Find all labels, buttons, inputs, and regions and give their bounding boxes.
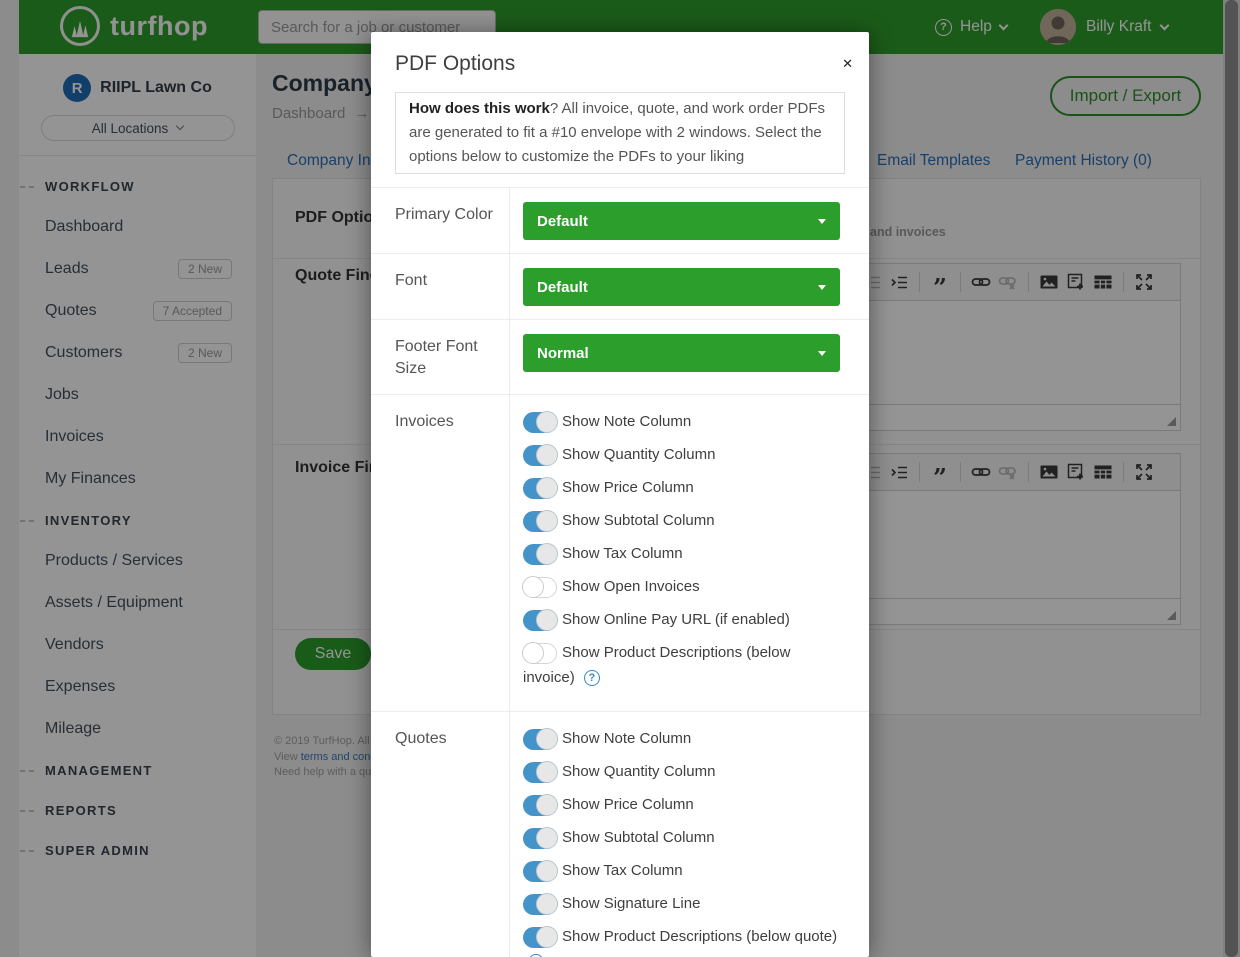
toggle-item: Show Signature Line <box>523 891 855 916</box>
toggle-item: Show Subtotal Column <box>523 508 840 533</box>
footer-font-size-select[interactable]: Normal <box>523 334 840 372</box>
select-value: Default <box>537 279 588 296</box>
toggle-knob <box>536 543 558 565</box>
toggle-label: Show Note Column <box>562 413 691 430</box>
toggle-item: Show Price Column <box>523 792 855 817</box>
toggle-label: Show Open Invoices <box>562 578 700 595</box>
chevron-down-icon <box>818 285 826 290</box>
toggle-knob <box>536 411 558 433</box>
help-icon[interactable]: ? <box>584 670 600 686</box>
toggle-switch-show-product-descriptions-below-invoice[interactable] <box>523 643 557 664</box>
close-icon[interactable]: ✕ <box>842 56 853 72</box>
group-label: Invoices <box>371 395 510 711</box>
toggle-label: Show Quantity Column <box>562 446 715 463</box>
toggle-item: Show Note Column <box>523 726 855 751</box>
modal-toggle-group-quotes: Quotes Show Note Column Show Quantity Colu… <box>371 711 869 957</box>
modal-title: PDF Options <box>395 52 845 76</box>
toggle-knob <box>522 642 544 664</box>
toggle-knob <box>536 510 558 532</box>
toggle-switch-show-product-descriptions-below-quote[interactable] <box>523 927 557 948</box>
font-select[interactable]: Default <box>523 268 840 306</box>
toggle-item: Show Tax Column <box>523 541 840 566</box>
modal-field-row: Primary Color Default <box>371 187 869 253</box>
chevron-down-icon <box>818 219 826 224</box>
toggle-knob <box>536 794 558 816</box>
modal-toggle-group-invoices: Invoices Show Note Column Show Quantity Co… <box>371 394 869 711</box>
toggle-switch-show-price-column[interactable] <box>523 478 557 499</box>
toggle-item: Show Quantity Column <box>523 442 840 467</box>
toggle-label: Show Signature Line <box>562 895 700 912</box>
toggle-label: Show Note Column <box>562 730 691 747</box>
toggle-knob <box>536 477 558 499</box>
toggle-label: Show Subtotal Column <box>562 829 715 846</box>
toggle-switch-show-price-column[interactable] <box>523 795 557 816</box>
toggle-label: Show Tax Column <box>562 862 683 879</box>
select-value: Normal <box>537 345 589 362</box>
toggle-switch-show-signature-line[interactable] <box>523 894 557 915</box>
toggle-item: Show Online Pay URL (if enabled) <box>523 607 840 632</box>
toggle-knob <box>536 728 558 750</box>
toggle-label: Show Quantity Column <box>562 763 715 780</box>
toggle-switch-show-online-pay-url-if-enabled[interactable] <box>523 610 557 631</box>
toggle-knob <box>536 926 558 948</box>
toggle-knob <box>536 827 558 849</box>
toggle-item: Show Price Column <box>523 475 840 500</box>
toggle-item: Show Quantity Column <box>523 759 855 784</box>
modal-intro: How does this work? All invoice, quote, … <box>395 92 845 174</box>
modal-header: PDF Options ✕ <box>371 32 869 88</box>
toggle-item: Show Product Descriptions (below quote) … <box>523 924 855 957</box>
group-label: Quotes <box>371 712 510 957</box>
chevron-down-icon <box>818 351 826 356</box>
select-value: Default <box>537 213 588 230</box>
modal-field-row: Font Default <box>371 253 869 319</box>
pdf-options-modal: PDF Options ✕ How does this work? All in… <box>371 32 869 957</box>
toggle-knob <box>536 893 558 915</box>
toggle-switch-show-tax-column[interactable] <box>523 544 557 565</box>
toggle-switch-show-subtotal-column[interactable] <box>523 828 557 849</box>
toggle-switch-show-tax-column[interactable] <box>523 861 557 882</box>
toggle-knob <box>536 609 558 631</box>
toggle-switch-show-note-column[interactable] <box>523 412 557 433</box>
toggle-switch-show-open-invoices[interactable] <box>523 577 557 598</box>
toggle-item: Show Subtotal Column <box>523 825 855 850</box>
toggle-label: Show Product Descriptions (below invoice… <box>523 644 790 686</box>
toggle-knob <box>536 860 558 882</box>
toggle-switch-show-note-column[interactable] <box>523 729 557 750</box>
toggle-label: Show Subtotal Column <box>562 512 715 529</box>
toggle-switch-show-quantity-column[interactable] <box>523 762 557 783</box>
toggle-label: Show Online Pay URL (if enabled) <box>562 611 790 628</box>
toggle-knob <box>536 444 558 466</box>
intro-bold: How does this work <box>409 100 550 117</box>
toggle-label: Show Tax Column <box>562 545 683 562</box>
toggle-item: Show Product Descriptions (below invoice… <box>523 640 840 690</box>
toggle-item: Show Tax Column <box>523 858 855 883</box>
toggle-switch-show-quantity-column[interactable] <box>523 445 557 466</box>
toggle-item: Show Note Column <box>523 409 840 434</box>
toggle-knob <box>536 761 558 783</box>
toggle-switch-show-subtotal-column[interactable] <box>523 511 557 532</box>
toggle-label: Show Price Column <box>562 479 694 496</box>
field-label: Footer Font Size <box>371 320 510 394</box>
toggle-label: Show Price Column <box>562 796 694 813</box>
toggle-item: Show Open Invoices <box>523 574 840 599</box>
toggle-knob <box>522 576 544 598</box>
primary-color-select[interactable]: Default <box>523 202 840 240</box>
toggle-label: Show Product Descriptions (below quote) <box>562 928 837 945</box>
field-label: Primary Color <box>371 188 510 253</box>
modal-field-row: Footer Font Size Normal <box>371 319 869 394</box>
field-label: Font <box>371 254 510 319</box>
modal-body: Primary Color Default Font Default Footer Fo… <box>371 187 869 957</box>
